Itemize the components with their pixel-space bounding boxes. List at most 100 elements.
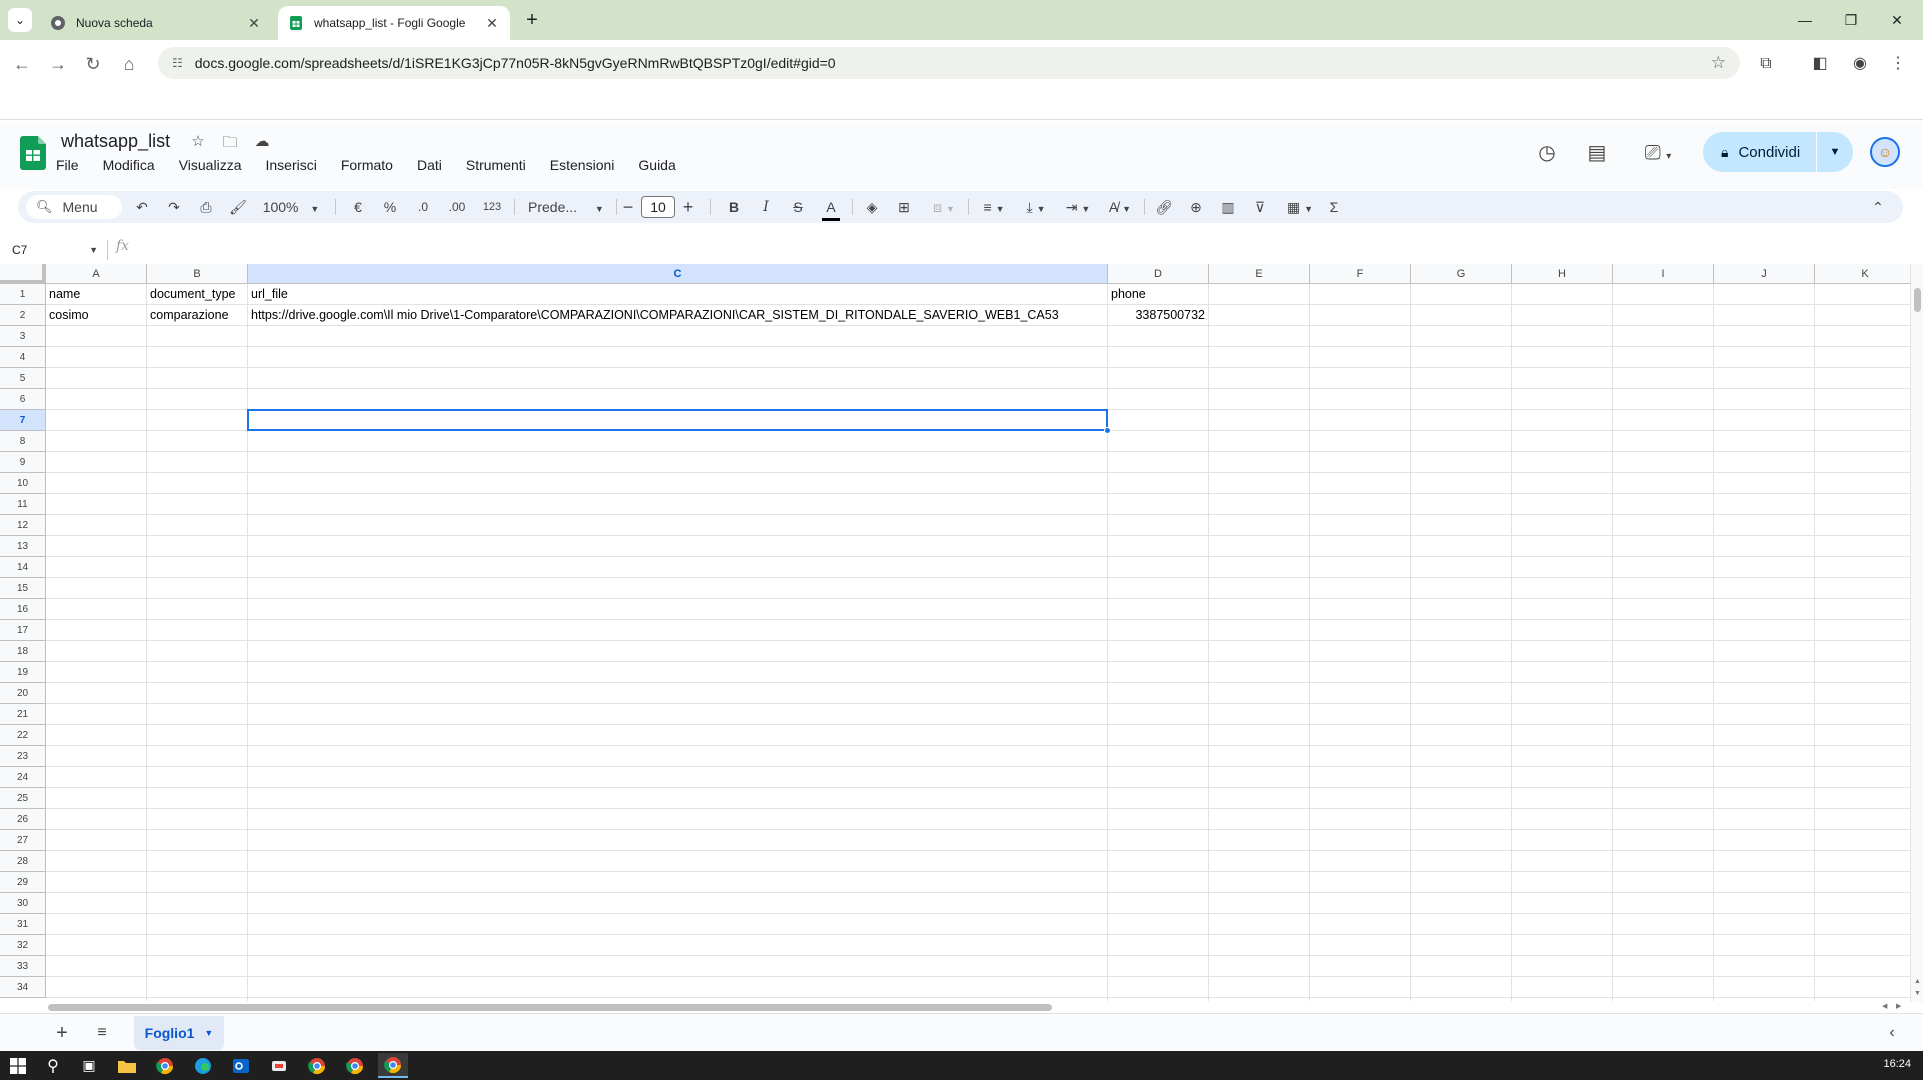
row-header-2[interactable]: 2: [0, 305, 46, 326]
row-header-29[interactable]: 29: [0, 872, 46, 893]
forward-arrow-icon[interactable]: →: [44, 50, 72, 78]
outlook-taskbar-icon[interactable]: [226, 1053, 256, 1078]
increase-decimals-button[interactable]: .00: [440, 191, 474, 223]
vertical-align-icon[interactable]: ⤓ ▼: [1016, 191, 1056, 223]
edge-taskbar-icon[interactable]: [188, 1053, 218, 1078]
menu-guida[interactable]: Guida: [634, 157, 679, 177]
bookmark-star-icon[interactable]: ☆: [1711, 53, 1726, 73]
minimize-icon[interactable]: —: [1782, 0, 1828, 40]
cell-d2[interactable]: 3387500732: [1108, 305, 1208, 326]
select-all-corner[interactable]: [0, 264, 46, 284]
italic-icon[interactable]: I: [754, 191, 778, 223]
filter-icon[interactable]: ⊽: [1248, 191, 1272, 223]
column-header-c[interactable]: C: [248, 264, 1108, 284]
spreadsheet-grid[interactable]: A B C D E F G H I J K 1 2 3 4 5 6 7 8 9 10 11 12 13 14 15 16 17 18 19…: [0, 264, 1910, 1002]
row-header-30[interactable]: 30: [0, 893, 46, 914]
row-header-34[interactable]: 34: [0, 977, 46, 998]
close-icon[interactable]: ✕: [246, 15, 262, 32]
column-header-i[interactable]: I: [1613, 264, 1714, 284]
fill-color-icon[interactable]: ◈: [860, 191, 884, 223]
menu-strumenti[interactable]: Strumenti: [462, 157, 530, 177]
menu-file[interactable]: File: [52, 157, 83, 177]
chrome-profile-3-taskbar-icon[interactable]: [340, 1053, 370, 1078]
cell-a2[interactable]: cosimo: [46, 305, 146, 326]
scroll-up-icon[interactable]: ▲: [1913, 978, 1922, 985]
side-panel-icon[interactable]: ◧: [1806, 50, 1834, 78]
extensions-icon[interactable]: ⧉: [1752, 50, 1780, 78]
menu-dati[interactable]: Dati: [413, 157, 446, 177]
row-header-11[interactable]: 11: [0, 494, 46, 515]
horizontal-scrollbar[interactable]: ◀ ▶: [46, 1001, 1910, 1013]
vertical-scrollbar[interactable]: ▲ ▼: [1910, 264, 1923, 1002]
sheets-logo-icon[interactable]: [20, 136, 46, 170]
browser-menu-icon[interactable]: ⋮: [1884, 50, 1912, 78]
row-header-23[interactable]: 23: [0, 746, 46, 767]
row-header-32[interactable]: 32: [0, 935, 46, 956]
taskbar-search-icon[interactable]: ⚲: [38, 1053, 68, 1078]
column-header-h[interactable]: H: [1512, 264, 1613, 284]
column-header-j[interactable]: J: [1714, 264, 1815, 284]
cell-b2[interactable]: comparazione: [147, 305, 247, 326]
increase-font-size-icon[interactable]: +: [678, 191, 698, 223]
browser-tab-new-tab[interactable]: Nuova scheda ✕: [40, 6, 272, 40]
star-icon[interactable]: ☆: [187, 132, 209, 154]
horizontal-scroll-thumb[interactable]: [48, 1004, 1052, 1011]
column-header-b[interactable]: B: [147, 264, 248, 284]
row-header-31[interactable]: 31: [0, 914, 46, 935]
add-sheet-plus-icon[interactable]: +: [48, 1019, 76, 1047]
row-header-12[interactable]: 12: [0, 515, 46, 536]
text-color-icon[interactable]: A: [818, 191, 844, 223]
text-wrapping-icon[interactable]: ⇥ ▼: [1058, 191, 1098, 223]
move-folder-icon[interactable]: 🗀: [219, 132, 241, 154]
column-header-a[interactable]: A: [46, 264, 147, 284]
menu-search-input[interactable]: 🔍︎ Menu: [26, 195, 122, 219]
row-header-16[interactable]: 16: [0, 599, 46, 620]
all-sheets-menu-icon[interactable]: ≡: [88, 1019, 116, 1047]
close-icon[interactable]: ✕: [484, 15, 500, 32]
row-header-18[interactable]: 18: [0, 641, 46, 662]
cell-a1[interactable]: name: [46, 284, 146, 305]
bold-icon[interactable]: B: [722, 191, 746, 223]
windows-start-icon[interactable]: [3, 1053, 33, 1078]
window-close-icon[interactable]: ✕: [1874, 0, 1920, 40]
row-header-33[interactable]: 33: [0, 956, 46, 977]
file-explorer-icon[interactable]: [112, 1053, 142, 1078]
row-header-9[interactable]: 9: [0, 452, 46, 473]
row-header-19[interactable]: 19: [0, 662, 46, 683]
number-format-button[interactable]: 123: [476, 191, 508, 223]
scroll-down-icon[interactable]: ▼: [1913, 990, 1922, 997]
row-header-5[interactable]: 5: [0, 368, 46, 389]
column-header-g[interactable]: G: [1411, 264, 1512, 284]
insert-chart-icon[interactable]: ▥: [1216, 191, 1240, 223]
avatar[interactable]: ☺: [1870, 137, 1900, 167]
row-header-1[interactable]: 1: [0, 284, 46, 305]
explore-chevron-left-icon[interactable]: ‹: [1878, 1019, 1906, 1047]
cell-c1[interactable]: url_file: [248, 284, 1107, 305]
font-size-input[interactable]: 10: [641, 196, 675, 218]
font-family-select[interactable]: Prede... ▼: [518, 191, 608, 223]
row-header-15[interactable]: 15: [0, 578, 46, 599]
row-header-4[interactable]: 4: [0, 347, 46, 368]
home-icon[interactable]: ⌂: [115, 50, 143, 78]
row-header-26[interactable]: 26: [0, 809, 46, 830]
currency-format-button[interactable]: €: [346, 191, 370, 223]
percent-format-button[interactable]: %: [378, 191, 402, 223]
row-header-21[interactable]: 21: [0, 704, 46, 725]
insert-comment-icon[interactable]: ⊕: [1184, 191, 1208, 223]
chrome-active-taskbar-icon[interactable]: [378, 1053, 408, 1078]
tab-search-icon[interactable]: ⌄: [8, 8, 32, 32]
row-header-20[interactable]: 20: [0, 683, 46, 704]
row-header-3[interactable]: 3: [0, 326, 46, 347]
comments-icon[interactable]: ▤: [1582, 138, 1612, 168]
site-info-icon[interactable]: ☷: [172, 56, 183, 70]
name-box[interactable]: C7 ▼: [12, 240, 98, 260]
horizontal-align-icon[interactable]: ≡ ▼: [974, 191, 1014, 223]
cell-d1[interactable]: phone: [1108, 284, 1208, 305]
chrome-profile-2-taskbar-icon[interactable]: [302, 1053, 332, 1078]
menu-modifica[interactable]: Modifica: [99, 157, 159, 177]
filter-views-icon[interactable]: ▦ ▼: [1280, 191, 1320, 223]
row-header-24[interactable]: 24: [0, 767, 46, 788]
row-header-17[interactable]: 17: [0, 620, 46, 641]
restore-icon[interactable]: ❐: [1828, 0, 1874, 40]
column-header-e[interactable]: E: [1209, 264, 1310, 284]
